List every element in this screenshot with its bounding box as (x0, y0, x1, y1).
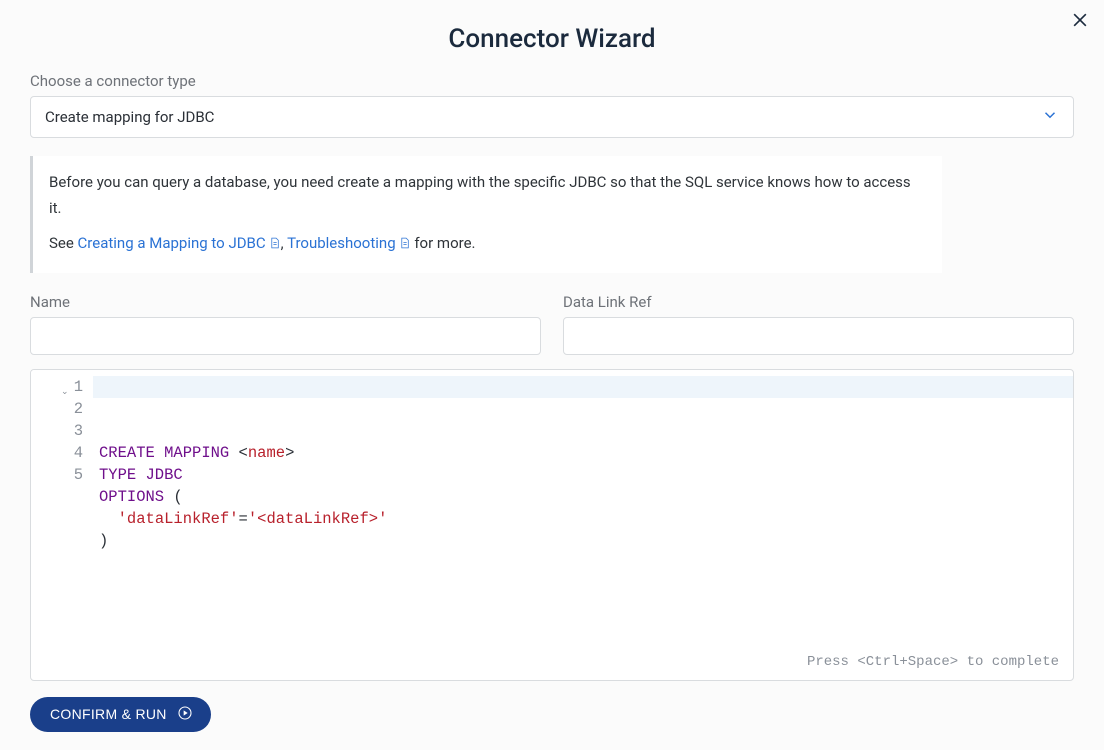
document-icon (268, 233, 281, 259)
connector-type-select[interactable]: Create mapping for JDBC (30, 96, 1074, 138)
info-suffix: for more. (411, 234, 476, 252)
info-panel: Before you can query a database, you nee… (30, 156, 942, 273)
datalink-label: Data Link Ref (563, 293, 1074, 311)
link-troubleshooting[interactable]: Troubleshooting (287, 234, 411, 252)
confirm-run-button[interactable]: CONFIRM & RUN (30, 697, 211, 732)
close-icon (1070, 15, 1090, 34)
datalink-field-wrap: Data Link Ref (563, 293, 1074, 355)
info-see-prefix: See (49, 234, 78, 252)
active-line-highlight (93, 376, 1073, 398)
code-body[interactable]: CREATE MAPPING <name>TYPE JDBCOPTIONS ( … (93, 370, 1073, 602)
name-input[interactable] (30, 317, 541, 355)
document-icon (398, 233, 411, 259)
page-title: Connector Wizard (30, 24, 1074, 54)
connector-type-select-wrap: Create mapping for JDBC (30, 96, 1074, 138)
code-line: ) (99, 530, 1063, 552)
link-creating-mapping[interactable]: Creating a Mapping to JDBC (78, 234, 281, 252)
line-number: 3 (39, 420, 87, 442)
fold-caret-icon: ⌄ (61, 381, 69, 403)
confirm-label: CONFIRM & RUN (50, 706, 167, 722)
line-number: 4 (39, 442, 87, 464)
name-label: Name (30, 293, 541, 311)
wizard-container: Connector Wizard Choose a connector type… (0, 0, 1104, 750)
info-text: Before you can query a database, you nee… (49, 170, 926, 221)
connector-type-label: Choose a connector type (30, 72, 1074, 90)
line-number: 5 (39, 464, 87, 486)
play-circle-icon (177, 705, 193, 724)
connector-type-selected: Create mapping for JDBC (45, 108, 214, 126)
chevron-down-icon (1041, 106, 1059, 128)
code-line: 'dataLinkRef'='<dataLinkRef>' (99, 508, 1063, 530)
info-links-line: See Creating a Mapping to JDBC, Troubles… (49, 231, 926, 259)
datalink-input[interactable] (563, 317, 1074, 355)
code-line: TYPE JDBC (99, 464, 1063, 486)
code-hint: Press <Ctrl+Space> to complete (31, 602, 1073, 680)
code-line: OPTIONS ( (99, 486, 1063, 508)
fields-row: Name Data Link Ref (30, 293, 1074, 355)
close-button[interactable] (1070, 10, 1090, 34)
code-line: CREATE MAPPING <name> (99, 442, 1063, 464)
name-field-wrap: Name (30, 293, 541, 355)
code-editor[interactable]: ⌄ 1 2 3 4 5 CREATE MAPPING <name>TYPE JD… (30, 369, 1074, 681)
code-gutter: ⌄ 1 2 3 4 5 (31, 370, 93, 602)
